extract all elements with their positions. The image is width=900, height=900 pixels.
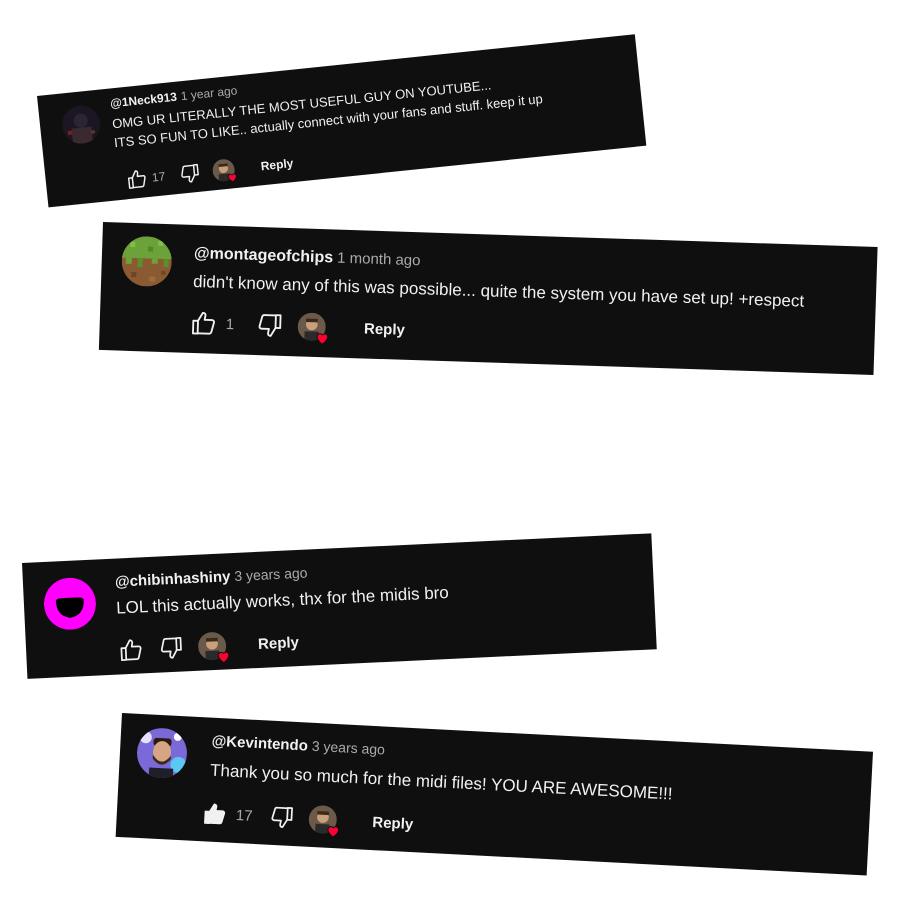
creator-heart-badge xyxy=(197,631,230,664)
thumbs-up-icon xyxy=(192,311,215,335)
comment-text: didn't know any of this was possible... … xyxy=(192,271,805,311)
commenter-avatar[interactable] xyxy=(43,577,97,631)
reply-button[interactable]: Reply xyxy=(372,814,414,833)
dislike-button[interactable] xyxy=(256,311,285,340)
comment-header: @Kevintendo 3 years ago xyxy=(211,733,385,759)
comment-text: Thank you so much for the midi files! YO… xyxy=(209,760,674,804)
comment-header: @montageofchips 1 month ago xyxy=(194,245,421,270)
commenter-avatar[interactable] xyxy=(120,235,173,288)
like-button[interactable] xyxy=(118,636,145,663)
like-button[interactable] xyxy=(189,309,218,338)
like-count: 17 xyxy=(235,806,254,825)
comment-text: LOL this actually works, thx for the mid… xyxy=(115,582,450,618)
commenter-avatar[interactable] xyxy=(135,726,189,780)
heart-icon xyxy=(228,173,238,183)
comment-card-kevintendo: @Kevintendo 3 years ago Thank you so much… xyxy=(115,713,874,876)
like-button[interactable] xyxy=(201,800,228,827)
thumbs-down-icon xyxy=(258,314,282,337)
dislike-button[interactable] xyxy=(178,162,202,186)
thumbs-down-icon xyxy=(181,163,200,183)
grass-block-avatar-icon xyxy=(120,235,173,288)
heart-icon xyxy=(217,651,230,664)
reply-button[interactable]: Reply xyxy=(258,634,300,653)
like-count: 17 xyxy=(151,169,167,185)
creator-heart-badge xyxy=(307,804,339,838)
comment-time[interactable]: 3 years ago xyxy=(234,565,308,584)
comment-actions: 1 Reply xyxy=(189,309,405,345)
thumbs-up-icon xyxy=(120,639,142,662)
reply-button[interactable]: Reply xyxy=(364,320,405,338)
thumbs-down-icon xyxy=(271,806,293,829)
reply-button[interactable]: Reply xyxy=(260,156,294,173)
comment-text: OMG UR LITERALLY THE MOST USEFUL GUY ON … xyxy=(111,70,543,152)
comment-card-1neck913: @1Neck913 1 year ago OMG UR LITERALLY THE… xyxy=(37,34,647,208)
commenter-avatar[interactable] xyxy=(60,103,103,146)
dark-figure-avatar-icon xyxy=(60,103,103,146)
like-button[interactable] xyxy=(125,167,149,191)
thumbs-down-icon xyxy=(160,637,182,659)
comment-author[interactable]: @1Neck913 xyxy=(109,90,177,111)
comment-actions: 17 Reply xyxy=(201,799,414,838)
comment-author[interactable]: @Kevintendo xyxy=(211,733,308,755)
person-photo-avatar-icon xyxy=(135,726,189,780)
comment-author[interactable]: @montageofchips xyxy=(194,245,334,266)
comment-card-chibinhashiny: @chibinhashiny 3 years ago LOL this actua… xyxy=(22,533,657,679)
dislike-button[interactable] xyxy=(268,804,295,831)
comment-author[interactable]: @chibinhashiny xyxy=(115,568,231,590)
thumbs-up-icon xyxy=(127,170,146,189)
creator-heart-badge xyxy=(297,312,329,345)
creator-heart-badge xyxy=(211,158,238,183)
comment-header: @chibinhashiny 3 years ago xyxy=(115,565,308,591)
like-count: 1 xyxy=(225,315,235,333)
comment-actions: Reply xyxy=(118,628,300,664)
comment-time[interactable]: 3 years ago xyxy=(311,738,385,758)
heart-icon xyxy=(316,333,329,345)
comment-actions: 17 Reply xyxy=(125,152,294,191)
comment-card-montageofchips: @montageofchips 1 month ago didn't know a… xyxy=(98,222,878,375)
comment-time[interactable]: 1 year ago xyxy=(180,83,238,103)
thumbs-up-filled-icon xyxy=(204,803,226,825)
comment-time[interactable]: 1 month ago xyxy=(337,250,421,270)
dislike-button[interactable] xyxy=(158,634,185,661)
heart-icon xyxy=(327,826,339,838)
magenta-face-avatar-icon xyxy=(43,577,96,630)
